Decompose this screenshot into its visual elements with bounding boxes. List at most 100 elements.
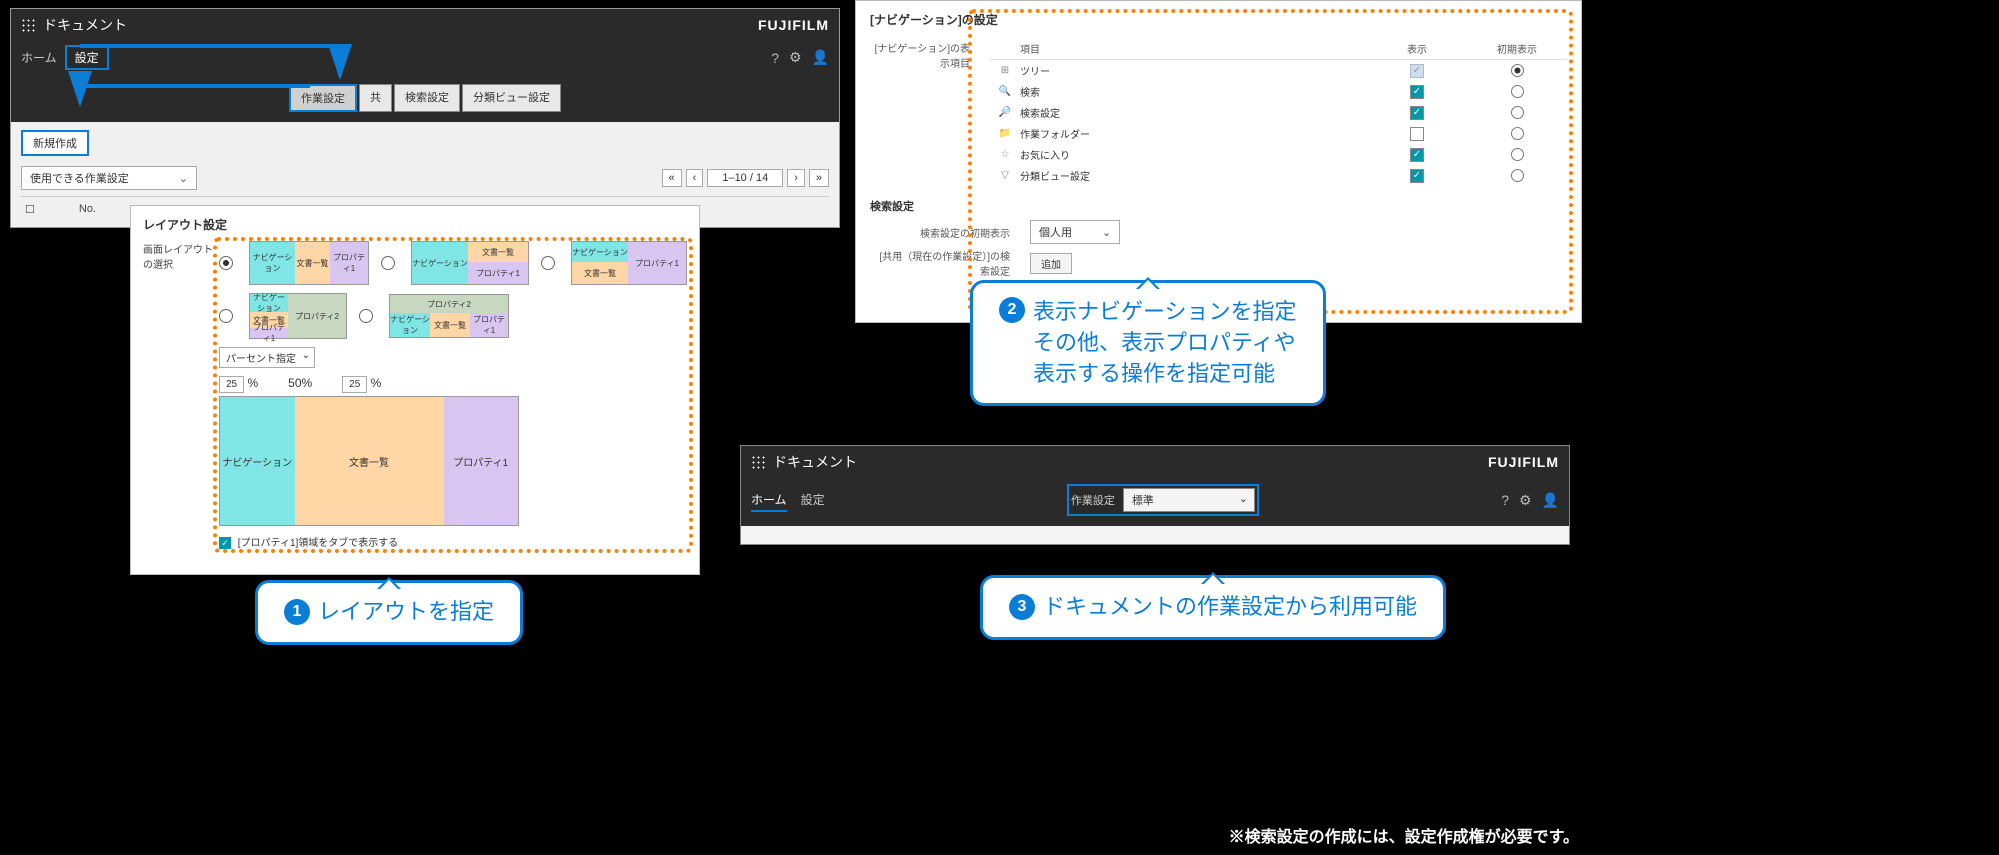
layout-thumb-2[interactable]: ナビゲーション 文書一覧 プロパティ1: [411, 241, 529, 285]
pager-last[interactable]: »: [809, 169, 829, 187]
search-settings-icon: 🔎: [990, 107, 1020, 118]
show-checkbox[interactable]: [1410, 169, 1424, 183]
app-menu-icon[interactable]: [751, 455, 765, 469]
layout-radio-5[interactable]: [359, 309, 377, 324]
initial-radio[interactable]: [1511, 106, 1524, 119]
tab-settings[interactable]: 設定: [801, 489, 825, 512]
brand-logo: FUJIFILM: [1488, 454, 1559, 470]
tab-search-settings[interactable]: 検索設定: [394, 84, 460, 112]
pager-next[interactable]: ›: [787, 169, 805, 187]
pct-suffix: %: [247, 376, 258, 390]
layout-title: レイアウト設定: [143, 216, 687, 233]
pct-input-1[interactable]: 25: [219, 376, 244, 393]
search-initial-label: 検索設定の初期表示: [870, 225, 1010, 240]
help-icon[interactable]: ?: [1501, 492, 1509, 508]
nav-item-label: 検索: [1020, 84, 1367, 99]
thumb-nav: ナビゲーション: [412, 242, 468, 284]
thumb-prop2: プロパティ2: [288, 294, 346, 338]
nav-item-label: 検索設定: [1020, 105, 1367, 120]
nav-settings-title: [ナビゲーション]の設定: [870, 11, 1567, 28]
layout-radio-1[interactable]: [219, 256, 237, 271]
window-header: ドキュメント FUJIFILM: [11, 9, 839, 41]
breadcrumb-settings[interactable]: 設定: [65, 45, 109, 70]
initial-radio[interactable]: [1511, 148, 1524, 161]
layout-preview: ナビゲーション 文書一覧 プロパティ1: [219, 396, 519, 526]
pager-range[interactable]: 1–10 / 14: [707, 169, 783, 187]
app-menu-icon[interactable]: [21, 18, 35, 32]
favorite-icon: ☆: [990, 149, 1020, 160]
col-no: No.: [79, 203, 96, 219]
tab-work-settings[interactable]: 作業設定: [289, 84, 357, 112]
tab-home[interactable]: ホーム: [751, 489, 787, 512]
new-button[interactable]: 新規作成: [21, 130, 89, 156]
user-icon[interactable]: 👤: [1542, 492, 1559, 509]
pct-input-3[interactable]: 25: [342, 376, 367, 393]
thumb-nav: ナビゲーション: [250, 242, 295, 284]
breadcrumb-home[interactable]: ホーム: [21, 49, 57, 66]
layout-thumb-3[interactable]: ナビゲーション 文書一覧 プロパティ1: [571, 241, 687, 285]
initial-radio[interactable]: [1511, 169, 1524, 182]
help-icon[interactable]: ?: [771, 50, 779, 66]
thumb-list: 文書一覧: [572, 262, 628, 284]
search-initial-value: 個人用: [1039, 224, 1072, 240]
user-icon[interactable]: 👤: [812, 49, 829, 66]
show-checkbox[interactable]: [1410, 106, 1424, 120]
initial-radio[interactable]: [1511, 85, 1524, 98]
thumb-list: 文書一覧: [468, 242, 528, 262]
thumb-prop: プロパティ1: [250, 328, 288, 338]
tab-display-label: [プロパティ1]領域をタブで表示する: [238, 538, 399, 549]
initial-radio[interactable]: [1511, 127, 1524, 140]
search-share-label: [共用（現在の作業設定）]の検索設定: [870, 248, 1010, 278]
app-title: ドキュメント: [43, 15, 127, 35]
nav-item-label: ツリー: [1020, 63, 1367, 78]
add-button[interactable]: 追加: [1030, 253, 1072, 274]
nav-item-row: ☆お気に入り: [990, 144, 1567, 165]
callout-3: 3 ドキュメントの作業設定から利用可能: [980, 575, 1446, 640]
callout-2: 2 表示ナビゲーションを指定 その他、表示プロパティや 表示する操作を指定可能: [970, 280, 1326, 406]
gear-icon[interactable]: ⚙: [1519, 492, 1532, 509]
layout-radio-2[interactable]: [381, 256, 399, 271]
nav-item-label: 作業フォルダー: [1020, 126, 1367, 141]
layout-thumb-1[interactable]: ナビゲーション 文書一覧 プロパティ1: [249, 241, 369, 285]
work-settings-dropdown[interactable]: 標準: [1123, 488, 1255, 512]
breadcrumb-bar: ホーム 設定 ? ⚙ 👤: [11, 41, 839, 78]
tab-display-checkbox[interactable]: [219, 538, 235, 549]
layout-radio-3[interactable]: [541, 256, 559, 271]
show-checkbox[interactable]: [1410, 148, 1424, 162]
thumb-prop: プロパティ1: [628, 242, 686, 284]
tab-share[interactable]: 共: [359, 84, 392, 112]
callout-1-num: 1: [284, 599, 310, 625]
nav-item-row: 🔎検索設定: [990, 102, 1567, 123]
tab-view-settings[interactable]: 分類ビュー設定: [462, 84, 561, 112]
show-checkbox[interactable]: [1410, 85, 1424, 99]
settings-toolbar: 作業設定 共 検索設定 分類ビュー設定: [11, 78, 839, 122]
search-initial-dropdown[interactable]: 個人用: [1030, 220, 1120, 244]
search-icon: 🔍: [990, 86, 1020, 97]
pager-first[interactable]: «: [662, 169, 682, 187]
pager-prev[interactable]: ‹: [686, 169, 704, 187]
work-settings-value: 標準: [1132, 495, 1154, 507]
navigation-settings-panel: [ナビゲーション]の設定 [ナビゲーション]の表示項目 項目 表示 初期表示 ⊞…: [855, 0, 1582, 323]
doc-title: ドキュメント: [773, 452, 857, 472]
thumb-prop: プロパティ1: [470, 313, 508, 337]
col-checkbox[interactable]: [25, 203, 39, 219]
filter-dropdown[interactable]: 使用できる作業設定: [21, 166, 197, 190]
main-window: ドキュメント FUJIFILM ホーム 設定 ? ⚙ 👤 作業設定 共 検索設定…: [10, 8, 840, 228]
show-checkbox[interactable]: [1410, 127, 1424, 141]
gear-icon[interactable]: ⚙: [789, 49, 802, 66]
pct-suffix: %: [371, 376, 382, 390]
layout-settings-panel: レイアウト設定 画面レイアウトの選択 ナビゲーション 文書一覧 プロパティ1 ナ…: [130, 205, 700, 575]
pager: « ‹ 1–10 / 14 › »: [662, 169, 829, 187]
layout-thumb-4[interactable]: ナビゲーション 文書一覧 プロパティ1 プロパティ2: [249, 293, 347, 339]
percent-mode-dropdown[interactable]: パーセント指定: [219, 347, 315, 368]
th-initial: 初期表示: [1467, 41, 1567, 56]
thumb-nav: ナビゲーション: [572, 242, 628, 262]
initial-radio[interactable]: [1511, 64, 1524, 77]
layout-thumb-5[interactable]: プロパティ2 ナビゲーション 文書一覧 プロパティ1: [389, 294, 509, 338]
thumb-nav: ナビゲーション: [250, 294, 288, 312]
callout-3-num: 3: [1009, 594, 1035, 620]
thumb-prop: プロパティ1: [468, 262, 528, 284]
layout-radio-4[interactable]: [219, 309, 237, 324]
pct-suffix: %: [302, 376, 313, 390]
filter-icon: ▽: [990, 170, 1020, 181]
